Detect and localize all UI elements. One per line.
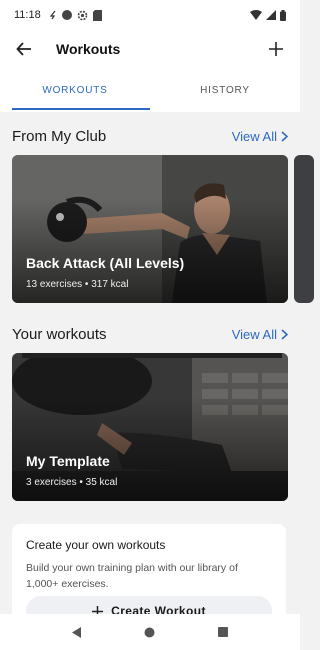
missed-call-icon xyxy=(49,10,56,20)
yours-view-all-link[interactable]: View All xyxy=(232,327,288,342)
status-bar: 11:18 xyxy=(0,0,300,30)
plus-icon xyxy=(269,42,283,56)
add-button[interactable] xyxy=(264,37,288,61)
tab-bar: WORKOUTS HISTORY xyxy=(0,68,300,112)
template-card-title: My Template xyxy=(26,453,110,469)
create-workout-card: Create your own workouts Build your own … xyxy=(12,524,286,626)
yours-section-header: Your workouts View All xyxy=(12,326,288,343)
status-time: 11:18 xyxy=(14,9,41,21)
chevron-right-icon xyxy=(281,131,288,142)
template-card-subtitle: 3 exercises • 35 kcal xyxy=(26,477,118,488)
page-title: Workouts xyxy=(56,41,121,57)
tab-workouts[interactable]: WORKOUTS xyxy=(0,68,150,112)
nav-home-button[interactable] xyxy=(138,620,162,644)
template-workout-card[interactable]: My Template 3 exercises • 35 kcal xyxy=(12,353,288,501)
notification-icons xyxy=(49,9,102,21)
yours-section-title: Your workouts xyxy=(12,326,107,343)
nav-back-button[interactable] xyxy=(65,620,89,644)
triangle-back-icon xyxy=(71,626,81,638)
circle-home-icon xyxy=(144,627,155,637)
club-section-header: From My Club View All xyxy=(12,128,288,145)
wifi-icon xyxy=(250,10,262,20)
club-section-title: From My Club xyxy=(12,128,107,145)
signal-icon xyxy=(266,10,276,20)
create-card-description: Build your own training plan with our li… xyxy=(26,562,238,590)
battery-icon xyxy=(280,9,286,21)
club-view-all-label: View All xyxy=(231,129,277,144)
yours-view-all-label: View All xyxy=(231,327,277,342)
square-recents-icon xyxy=(218,627,229,637)
app-bar: Workouts xyxy=(0,30,300,68)
tab-history[interactable]: HISTORY xyxy=(150,68,300,112)
system-icons xyxy=(250,9,286,21)
create-card-title: Create your own workouts xyxy=(26,538,166,552)
nav-recents-button[interactable] xyxy=(211,620,235,644)
chevron-right-icon xyxy=(281,329,288,340)
club-workout-card[interactable]: Back Attack (All Levels) 13 exercises • … xyxy=(12,155,288,303)
next-card-peek[interactable] xyxy=(294,155,314,303)
arrow-back-icon xyxy=(16,42,31,56)
club-card-title: Back Attack (All Levels) xyxy=(26,255,185,271)
record-icon xyxy=(61,10,72,20)
club-view-all-link[interactable]: View All xyxy=(232,129,288,144)
settings-icon xyxy=(77,10,88,20)
back-button[interactable] xyxy=(12,37,36,61)
sd-card-icon xyxy=(92,9,102,21)
club-card-subtitle: 13 exercises • 317 kcal xyxy=(26,279,129,290)
system-nav-bar xyxy=(0,614,300,650)
